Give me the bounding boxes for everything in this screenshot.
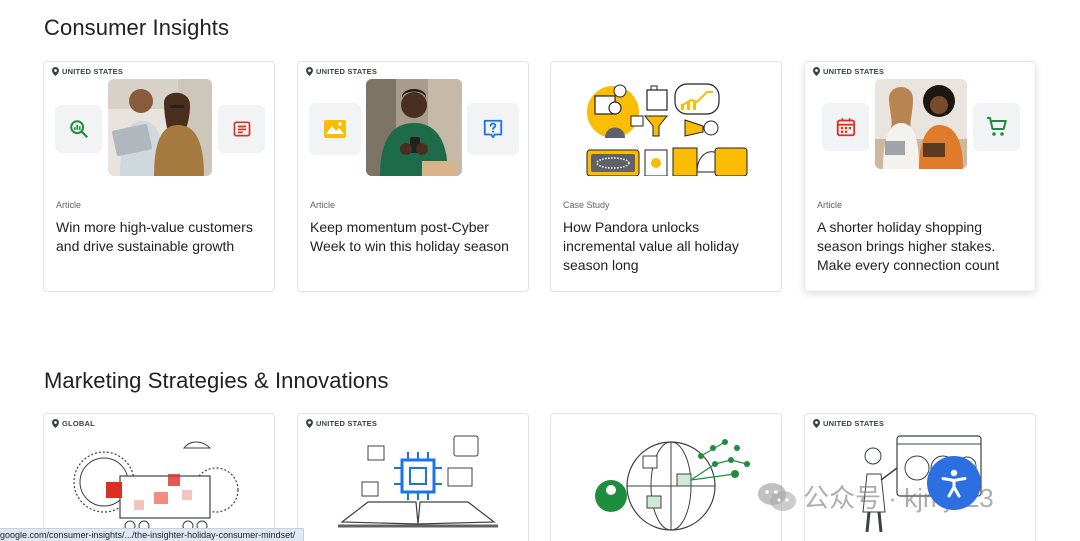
card-media: [551, 76, 781, 196]
marketing-illustration: [586, 83, 748, 176]
card-media: [805, 76, 1035, 196]
content-type: Case Study: [563, 200, 610, 210]
accessibility-button[interactable]: [927, 456, 981, 510]
landscape-icon: [309, 103, 361, 155]
card-headline[interactable]: A shorter holiday shopping season brings…: [817, 218, 1027, 275]
location-label: UNITED STATES: [823, 67, 885, 76]
location-pin-icon: [52, 419, 59, 428]
book-chip-illustration: [338, 435, 498, 528]
accessibility-icon: [941, 469, 967, 498]
location-label: UNITED STATES: [316, 67, 378, 76]
truck-illustration: [64, 441, 264, 532]
location-tag: UNITED STATES: [813, 419, 884, 428]
card-headline[interactable]: Win more high-value customers and drive …: [56, 218, 266, 256]
card-headline[interactable]: Keep momentum post-Cyber Week to win thi…: [310, 218, 520, 256]
strategy-card[interactable]: GLOBAL: [43, 413, 275, 541]
location-pin-icon: [813, 419, 820, 428]
location-tag: GLOBAL: [52, 419, 95, 428]
location-pin-icon: [306, 419, 313, 428]
photo-two-women-shop: [875, 79, 967, 169]
insight-card[interactable]: UNITED STATES: [297, 61, 529, 292]
section-title-consumer-insights: Consumer Insights: [44, 15, 230, 40]
photo-man-with-phone: [366, 79, 462, 176]
strategy-card[interactable]: [550, 413, 782, 541]
content-type: Article: [817, 200, 843, 210]
article-icon: [218, 105, 265, 153]
photo-people-with-laptop: [108, 79, 212, 176]
analytics-search-icon: [55, 105, 102, 153]
globe-network-illustration: [595, 439, 750, 531]
location-label: UNITED STATES: [62, 67, 124, 76]
location-tag: UNITED STATES: [306, 67, 377, 76]
content-type: Article: [310, 200, 336, 210]
insight-card[interactable]: UNITED STATES: [43, 61, 275, 292]
status-bar-url: google.com/consumer-insights/.../the-ins…: [0, 528, 305, 541]
location-tag: UNITED STATES: [52, 67, 123, 76]
location-tag: UNITED STATES: [306, 419, 377, 428]
location-label: UNITED STATES: [823, 419, 885, 428]
shopping-cart-icon: [973, 103, 1020, 151]
location-pin-icon: [813, 67, 820, 76]
wechat-icon: [758, 482, 796, 511]
card-headline[interactable]: How Pandora unlocks incremental value al…: [563, 218, 773, 275]
section-title-marketing-strategies: Marketing Strategies & Innovations: [44, 368, 389, 393]
location-pin-icon: [306, 67, 313, 76]
card-media: [44, 76, 274, 196]
calendar-icon: [822, 103, 869, 151]
insight-card[interactable]: Case Study How Pandora unlocks increment…: [550, 61, 782, 292]
insight-card[interactable]: UNITED STATES: [804, 61, 1036, 292]
strategy-card[interactable]: UNITED STATES: [297, 413, 529, 541]
card-media: [298, 76, 528, 196]
location-label: GLOBAL: [62, 419, 95, 428]
location-tag: UNITED STATES: [813, 67, 884, 76]
strategy-card[interactable]: UNITED STATES: [804, 413, 1036, 541]
location-label: UNITED STATES: [316, 419, 378, 428]
content-type: Article: [56, 200, 82, 210]
help-icon: [467, 103, 519, 155]
location-pin-icon: [52, 67, 59, 76]
